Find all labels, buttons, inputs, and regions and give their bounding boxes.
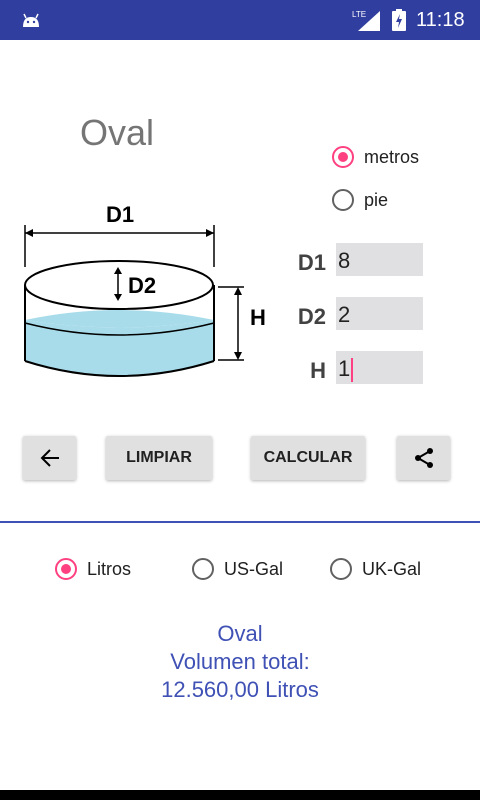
radio-us-gal[interactable]: US-Gal bbox=[192, 558, 283, 580]
battery-icon bbox=[392, 9, 406, 31]
radio-label: US-Gal bbox=[224, 558, 284, 579]
page-title: Oval bbox=[80, 112, 155, 153]
radio-label: metros bbox=[364, 146, 420, 167]
result-panel: Oval Volumen total: 12.560,00 Litros bbox=[0, 620, 480, 704]
radio-unchecked-icon bbox=[332, 189, 354, 211]
h-value: 1 bbox=[338, 356, 351, 381]
calculate-button[interactable]: CALCULAR bbox=[251, 436, 365, 480]
radio-checked-icon bbox=[55, 558, 77, 580]
back-button[interactable] bbox=[23, 436, 76, 480]
d2-input[interactable]: 2 bbox=[336, 297, 423, 330]
d2-value: 2 bbox=[338, 302, 351, 327]
h-field-label: H bbox=[310, 358, 326, 383]
result-label: Volumen total: bbox=[170, 649, 310, 674]
status-bar: LTE 11:18 bbox=[0, 0, 480, 40]
h-input[interactable]: 1 bbox=[336, 351, 423, 384]
navigation-bar bbox=[0, 790, 480, 800]
result-shape: Oval bbox=[217, 621, 263, 646]
d1-value: 8 bbox=[338, 248, 351, 273]
radio-label: Litros bbox=[87, 558, 132, 579]
radio-label: UK-Gal bbox=[362, 558, 422, 579]
radio-unchecked-icon bbox=[192, 558, 214, 580]
section-divider bbox=[0, 521, 480, 523]
android-icon bbox=[23, 13, 39, 27]
share-icon bbox=[414, 448, 433, 468]
radio-checked-icon bbox=[332, 146, 354, 168]
arrow-left-icon bbox=[40, 449, 59, 467]
clear-button[interactable]: LIMPIAR bbox=[106, 436, 212, 480]
oval-tank-diagram: D1 D2 H bbox=[24, 202, 266, 377]
d2-field-label: D2 bbox=[297, 304, 326, 329]
signal-icon: LTE bbox=[352, 8, 382, 37]
share-button[interactable] bbox=[397, 436, 450, 480]
text-cursor bbox=[351, 358, 354, 383]
d1-field-label: D1 bbox=[297, 250, 326, 275]
radio-pie[interactable]: pie bbox=[332, 189, 388, 211]
h-label: H bbox=[250, 305, 266, 330]
radio-label: pie bbox=[364, 189, 389, 210]
d1-label: D1 bbox=[106, 202, 134, 227]
radio-uk-gal[interactable]: UK-Gal bbox=[330, 558, 421, 580]
radio-litros[interactable]: Litros bbox=[55, 558, 131, 580]
lte-label: LTE bbox=[352, 10, 366, 19]
status-time: 11:18 bbox=[416, 9, 465, 31]
radio-metros[interactable]: metros bbox=[332, 146, 419, 168]
result-volume: 12.560,00 Litros bbox=[161, 677, 319, 702]
d1-input[interactable]: 8 bbox=[336, 243, 423, 276]
d2-label: D2 bbox=[128, 273, 156, 298]
radio-unchecked-icon bbox=[330, 558, 352, 580]
